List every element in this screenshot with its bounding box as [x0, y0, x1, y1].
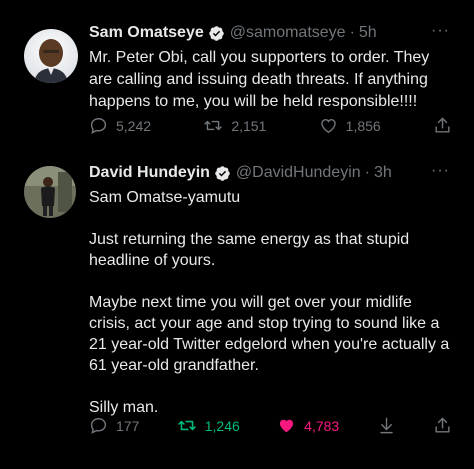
- timestamp[interactable]: 3h: [374, 163, 392, 183]
- like-count: 4,783: [304, 417, 340, 434]
- tweet-actions: 5,242 2,151 1,856: [89, 116, 452, 135]
- tweet-text: Mr. Peter Obi, call you supporters to or…: [89, 49, 430, 110]
- author-handle[interactable]: @samomatseye: [230, 23, 346, 43]
- separator: ·: [349, 24, 355, 41]
- tweet-actions: 177 1,246 4,783: [89, 416, 452, 435]
- separator: ·: [364, 164, 370, 181]
- retweet-count: 1,246: [204, 417, 240, 434]
- share-button[interactable]: [433, 416, 452, 435]
- more-icon[interactable]: ···: [431, 22, 450, 40]
- retweet-button[interactable]: 2,151: [203, 116, 266, 135]
- reply-button[interactable]: 5,242: [89, 116, 151, 135]
- author-name[interactable]: David Hundeyin: [89, 163, 210, 183]
- retweet-icon: [177, 416, 197, 435]
- reply-count: 5,242: [116, 117, 152, 134]
- author-handle[interactable]: @DavidHundeyin: [236, 163, 361, 183]
- timestamp[interactable]: 5h: [359, 23, 377, 43]
- tweet-text: Sam Omatse-yamutu Just returning the sam…: [89, 189, 450, 416]
- reply-count: 177: [116, 417, 140, 434]
- tweet-header: David Hundeyin @DavidHundeyin · 3h ···: [89, 162, 454, 184]
- share-icon: [433, 116, 452, 135]
- like-button[interactable]: 4,783: [277, 416, 339, 435]
- verified-badge-icon: [214, 165, 231, 182]
- heart-icon: [277, 416, 296, 435]
- verified-badge-icon: [208, 25, 225, 42]
- avatar[interactable]: [24, 166, 76, 218]
- avatar[interactable]: [24, 29, 78, 83]
- retweet-count: 2,151: [231, 117, 267, 134]
- reply-icon: [89, 416, 108, 435]
- share-button[interactable]: [433, 116, 452, 135]
- share-icon: [433, 416, 452, 435]
- like-button[interactable]: 1,856: [319, 116, 381, 135]
- more-icon[interactable]: ···: [431, 162, 450, 180]
- retweet-icon: [203, 116, 223, 135]
- reply-button[interactable]: 177: [89, 416, 139, 435]
- retweet-button[interactable]: 1,246: [177, 416, 240, 435]
- heart-icon: [319, 116, 338, 135]
- reply-icon: [89, 116, 108, 135]
- bookmark-button[interactable]: [377, 416, 396, 435]
- download-icon: [377, 416, 396, 435]
- author-name[interactable]: Sam Omatseye: [89, 23, 204, 43]
- tweet-header: Sam Omatseye @samomatseye · 5h ···: [89, 22, 454, 44]
- like-count: 1,856: [345, 117, 381, 134]
